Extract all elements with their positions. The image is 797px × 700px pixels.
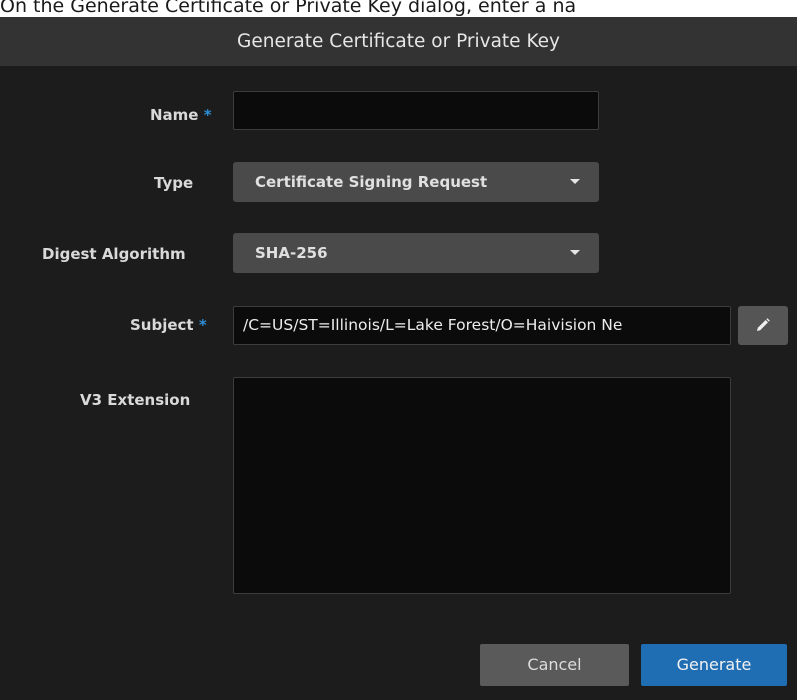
type-select[interactable]: Certificate Signing Request <box>233 162 599 202</box>
name-required-marker: * <box>203 106 212 124</box>
subject-required-marker: * <box>198 316 207 334</box>
subject-label-text: Subject <box>130 316 194 334</box>
type-selected-value: Certificate Signing Request <box>255 173 488 191</box>
digest-algorithm-selected-value: SHA-256 <box>255 244 328 262</box>
generate-button[interactable]: Generate <box>641 644 787 686</box>
caret-down-icon <box>570 250 580 255</box>
v3-extension-label: V3 Extension <box>80 391 191 409</box>
caret-down-icon <box>570 179 580 184</box>
subject-input[interactable]: /C=US/ST=Illinois/L=Lake Forest/O=Haivis… <box>233 306 731 345</box>
digest-algorithm-select[interactable]: SHA-256 <box>233 233 599 273</box>
name-input[interactable] <box>233 91 599 130</box>
dialog-title: Generate Certificate or Private Key <box>0 17 797 66</box>
digest-algorithm-label: Digest Algorithm <box>42 245 186 263</box>
v3-extension-textarea[interactable] <box>233 377 731 594</box>
pencil-icon <box>757 318 770 331</box>
cancel-button[interactable]: Cancel <box>480 644 629 686</box>
type-label: Type <box>154 174 194 192</box>
name-label: Name * <box>150 105 212 125</box>
instruction-caption: On the Generate Certificate or Private K… <box>0 0 577 17</box>
generate-certificate-dialog: Generate Certificate or Private Key Name… <box>0 17 797 700</box>
subject-label: Subject * <box>130 315 207 335</box>
edit-subject-button[interactable] <box>738 306 788 345</box>
name-label-text: Name <box>150 106 199 124</box>
